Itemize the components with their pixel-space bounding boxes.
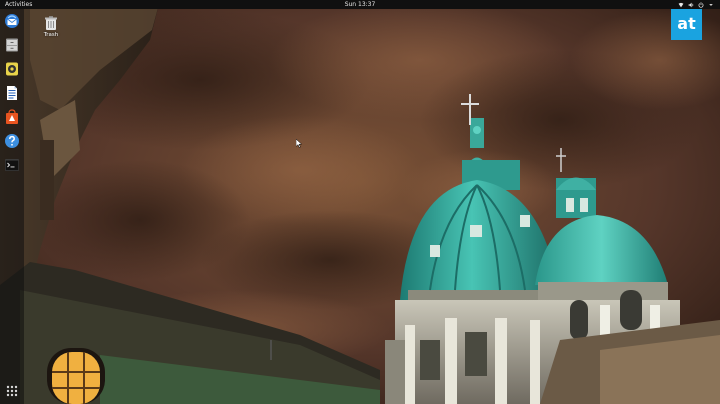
top-bar: Activities Sun 13:37 (0, 0, 720, 9)
show-applications-button[interactable] (3, 382, 21, 400)
mouse-pointer-icon (296, 139, 302, 148)
help-icon (5, 134, 19, 148)
watermark-logo: at (671, 9, 702, 40)
dock-item-ubuntu-software[interactable] (3, 108, 21, 126)
dock-item-help[interactable] (3, 132, 21, 150)
desktop-trash[interactable]: Trash (40, 16, 62, 38)
dock-item-files[interactable] (3, 36, 21, 54)
dock-item-rhythmbox[interactable] (3, 60, 21, 78)
dock (0, 9, 24, 404)
clock-area: Sun 13:37 (0, 0, 720, 9)
clock-button[interactable]: Sun 13:37 (345, 1, 376, 8)
system-menu-arrow-icon (709, 3, 713, 6)
desktop[interactable]: Activities Sun 13:37 Trash at (0, 0, 720, 404)
trash-icon (45, 16, 57, 30)
music-speaker-icon (6, 62, 18, 76)
software-bag-icon (6, 109, 18, 124)
dock-item-libreoffice-writer[interactable] (3, 84, 21, 102)
dock-item-terminal[interactable] (3, 156, 21, 174)
dock-item-thunderbird-mail[interactable] (3, 12, 21, 30)
terminal-icon (5, 159, 19, 171)
document-icon (7, 86, 17, 100)
app-grid-icon (6, 385, 18, 397)
trash-label: Trash (43, 32, 59, 38)
mail-bird-icon (5, 14, 19, 28)
file-cabinet-icon (6, 38, 18, 52)
system-status-menu[interactable] (678, 0, 714, 9)
network-icon (678, 2, 684, 7)
volume-icon (688, 2, 694, 7)
power-icon (698, 1, 704, 8)
wallpaper-image (0, 0, 720, 404)
